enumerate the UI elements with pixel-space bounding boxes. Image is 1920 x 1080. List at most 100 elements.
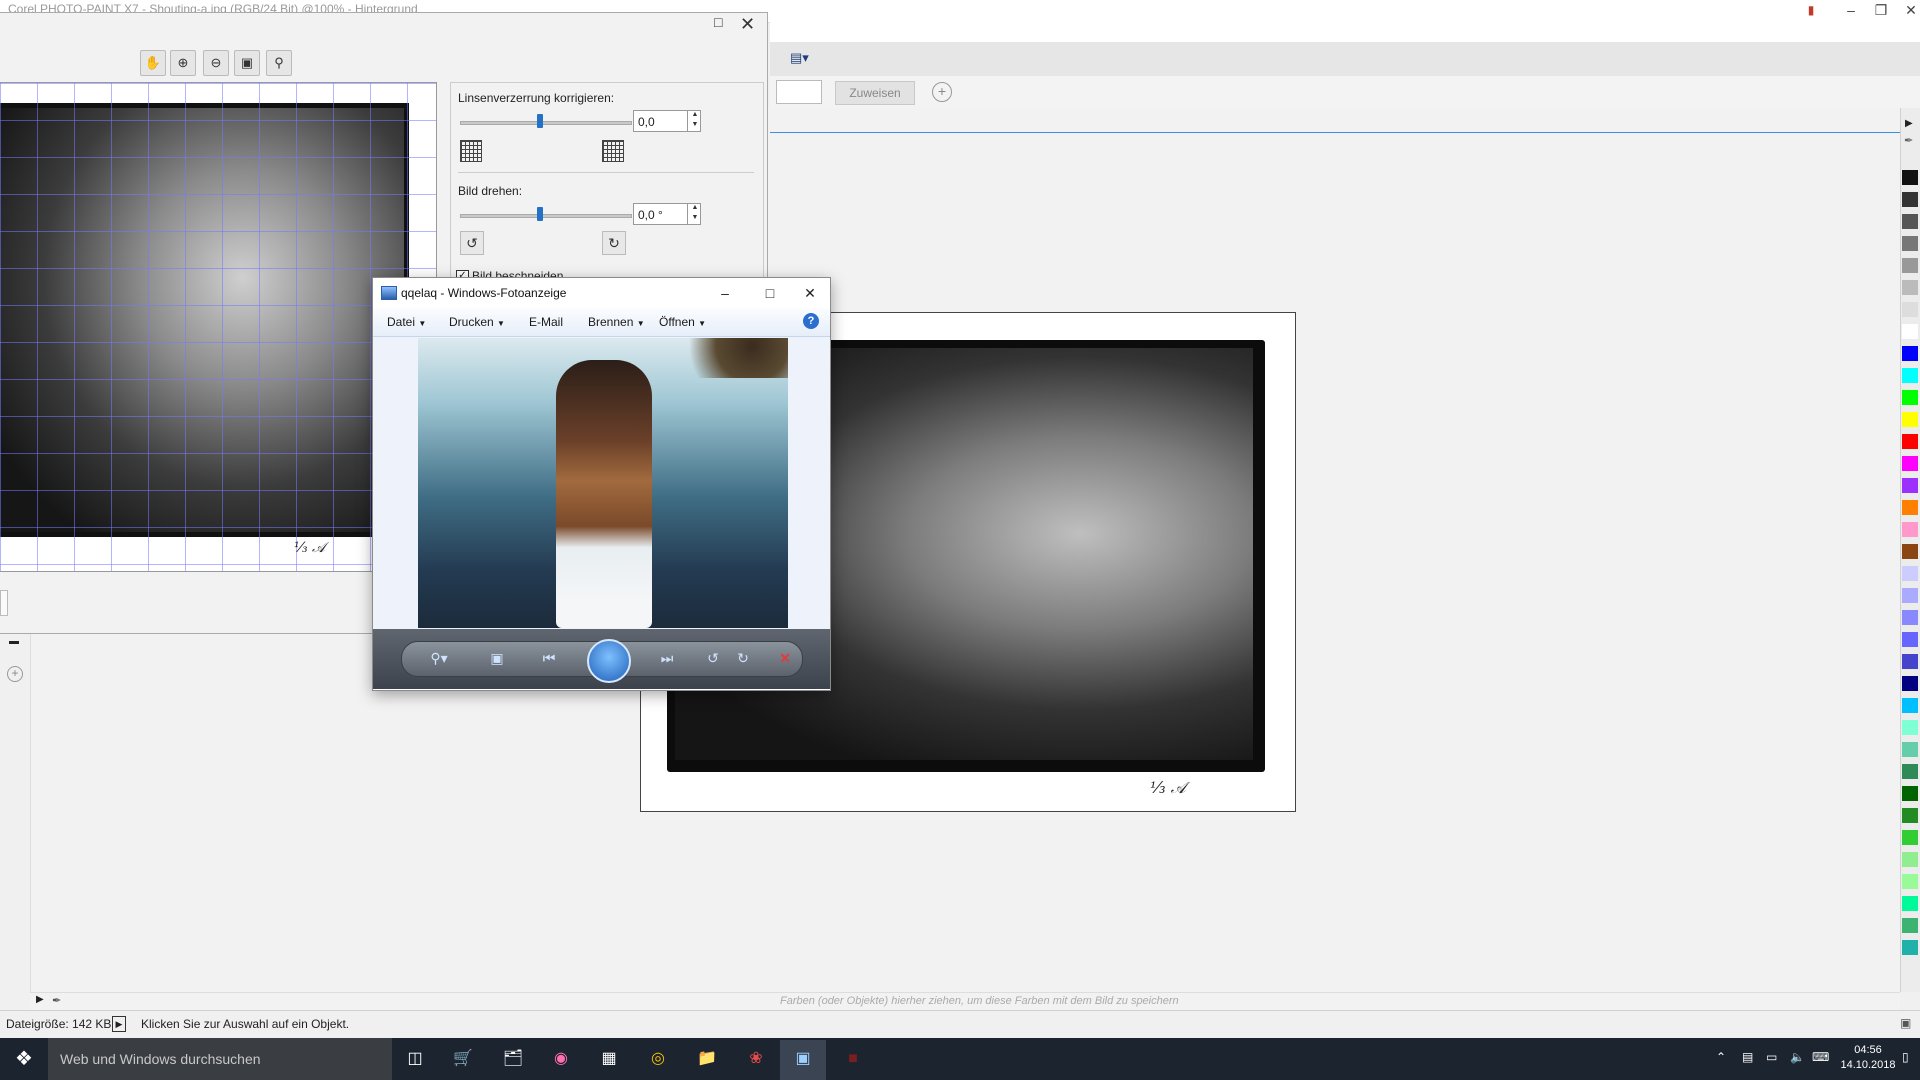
toolbox-grip-icon[interactable]: ▬	[9, 636, 19, 647]
palette-swatch[interactable]	[1902, 676, 1918, 691]
palette-swatch[interactable]	[1902, 918, 1918, 933]
viewer-photo[interactable]	[418, 338, 788, 628]
account-icon[interactable]: ▮	[1796, 0, 1826, 20]
zoom-100-button[interactable]: ⚲	[266, 50, 292, 76]
palette-swatch[interactable]	[1902, 874, 1918, 889]
help-icon[interactable]: ?	[803, 313, 819, 329]
palette-swatch[interactable]	[1902, 698, 1918, 713]
palette-swatch[interactable]	[1902, 588, 1918, 603]
rotate-counterclockwise-icon[interactable]: ↺	[703, 649, 723, 667]
eyedropper-icon[interactable]: ✒	[1904, 134, 1913, 147]
zoom-icon[interactable]: ⚲▾	[429, 649, 449, 667]
windows-start-icon[interactable]: ❖	[0, 1038, 48, 1080]
menu-datei[interactable]: Datei ▼	[387, 315, 426, 329]
palette-swatch[interactable]	[1902, 346, 1918, 361]
battery-icon[interactable]: ▭	[1766, 1050, 1777, 1064]
palette-swatch[interactable]	[1902, 720, 1918, 735]
store-icon[interactable]: 🛒	[450, 1046, 476, 1072]
palette-swatch[interactable]	[1902, 522, 1918, 537]
dialog-close-button[interactable]: ✕	[740, 14, 755, 35]
dialog-maximize-button[interactable]: □	[714, 14, 722, 30]
delete-icon[interactable]: ✕	[775, 649, 795, 667]
corel-close-button[interactable]: ✕	[1896, 0, 1920, 20]
lens-distortion-spinner[interactable]: ▲ ▼	[687, 110, 702, 132]
palette-swatch[interactable]	[1902, 280, 1918, 295]
palette-swatch[interactable]	[1902, 764, 1918, 779]
palette-swatch[interactable]	[1902, 412, 1918, 427]
viewer-minimize-button[interactable]: –	[705, 282, 745, 304]
notifications-icon[interactable]: ▯	[1902, 1050, 1909, 1064]
photo-viewer-taskbar-icon[interactable]: ▣	[790, 1046, 816, 1072]
tray-expand-icon[interactable]: ⌃	[1716, 1050, 1726, 1064]
photo-app-icon[interactable]: ▦	[596, 1046, 622, 1072]
zoom-fit-button[interactable]: ▣	[234, 50, 260, 76]
print-merge-icon[interactable]: ▤▾	[790, 50, 809, 66]
network-icon[interactable]: ▤	[1742, 1050, 1753, 1064]
palette-swatch[interactable]	[1902, 940, 1918, 955]
palette-options-icon[interactable]: ▶	[36, 994, 44, 1005]
status-settings-icon[interactable]: ▣	[1900, 1016, 1911, 1030]
red-app-icon[interactable]: ■	[840, 1046, 866, 1072]
actual-size-icon[interactable]: ▣	[487, 649, 507, 667]
previous-icon[interactable]: ⏮	[539, 649, 559, 667]
palette-eyedropper-icon[interactable]: ✒	[52, 994, 61, 1007]
rotate-slider[interactable]	[460, 214, 632, 218]
palette-swatch[interactable]	[1902, 830, 1918, 845]
palette-swatch[interactable]	[1902, 566, 1918, 581]
assign-button[interactable]: Zuweisen	[835, 81, 915, 105]
palette-swatch[interactable]	[1902, 896, 1918, 911]
rotate-spinner[interactable]: ▲ ▼	[687, 203, 702, 225]
palette-swatch[interactable]	[1902, 852, 1918, 867]
palette-swatch[interactable]	[1902, 632, 1918, 647]
palette-swatch[interactable]	[1902, 808, 1918, 823]
pan-tool-button[interactable]: ✋	[140, 50, 166, 76]
palette-swatch[interactable]	[1902, 786, 1918, 801]
palette-flyout-icon[interactable]: ▶	[1905, 118, 1913, 129]
palette-swatch[interactable]	[1902, 192, 1918, 207]
rotate-slider-thumb[interactable]	[537, 207, 543, 221]
palette-swatch[interactable]	[1902, 214, 1918, 229]
chrome-icon[interactable]: ◎	[645, 1046, 671, 1072]
menu-oeffnen[interactable]: Öffnen ▼	[659, 315, 706, 329]
palette-swatch[interactable]	[1902, 654, 1918, 669]
rotate-left-icon[interactable]: ↺	[460, 231, 484, 255]
palette-swatch[interactable]	[1902, 390, 1918, 405]
corel-minimize-button[interactable]: –	[1836, 0, 1866, 20]
lens-distortion-slider[interactable]	[460, 121, 632, 125]
corel-photo-paint-icon[interactable]: ❀	[743, 1046, 769, 1072]
task-view-icon[interactable]: ◫	[402, 1046, 428, 1072]
palette-swatch[interactable]	[1902, 258, 1918, 273]
palette-swatch[interactable]	[1902, 368, 1918, 383]
palette-swatch[interactable]	[1902, 544, 1918, 559]
palette-swatch[interactable]	[1902, 742, 1918, 757]
rotate-right-icon[interactable]: ↻	[602, 231, 626, 255]
lens-distortion-slider-thumb[interactable]	[537, 114, 543, 128]
keyboard-icon[interactable]: ⌨	[1812, 1050, 1829, 1064]
menu-drucken[interactable]: Drucken ▼	[449, 315, 505, 329]
palette-swatch[interactable]	[1902, 500, 1918, 515]
palette-swatch[interactable]	[1902, 456, 1918, 471]
zoom-in-button[interactable]: ⊕	[170, 50, 196, 76]
palette-swatch[interactable]	[1902, 478, 1918, 493]
palette-swatch[interactable]	[1902, 434, 1918, 449]
status-options-icon[interactable]: ▶	[112, 1016, 126, 1032]
toolbox-add-icon[interactable]: +	[7, 666, 23, 682]
slideshow-button[interactable]	[587, 639, 631, 683]
viewer-maximize-button[interactable]: □	[750, 282, 790, 304]
palette-swatch[interactable]	[1902, 610, 1918, 625]
palette-swatch[interactable]	[1902, 302, 1918, 317]
property-spin-field[interactable]	[776, 80, 822, 104]
volume-icon[interactable]: 🔈	[1790, 1050, 1805, 1064]
tray-clock[interactable]: 04:56 14.10.2018	[1838, 1043, 1898, 1073]
menu-email[interactable]: E-Mail	[529, 315, 563, 329]
palette-swatch[interactable]	[1902, 170, 1918, 185]
corel-restore-button[interactable]: ❐	[1866, 0, 1896, 20]
rotate-clockwise-icon[interactable]: ↻	[733, 649, 753, 667]
palette-swatch[interactable]	[1902, 236, 1918, 251]
next-icon[interactable]: ⏭	[657, 649, 677, 667]
palette-swatch[interactable]	[1902, 324, 1918, 339]
zoom-out-button[interactable]: ⊖	[203, 50, 229, 76]
paint-app-icon[interactable]: ◉	[548, 1046, 574, 1072]
viewer-close-button[interactable]: ✕	[790, 282, 830, 304]
dialog-scroll-handle[interactable]	[0, 590, 8, 616]
